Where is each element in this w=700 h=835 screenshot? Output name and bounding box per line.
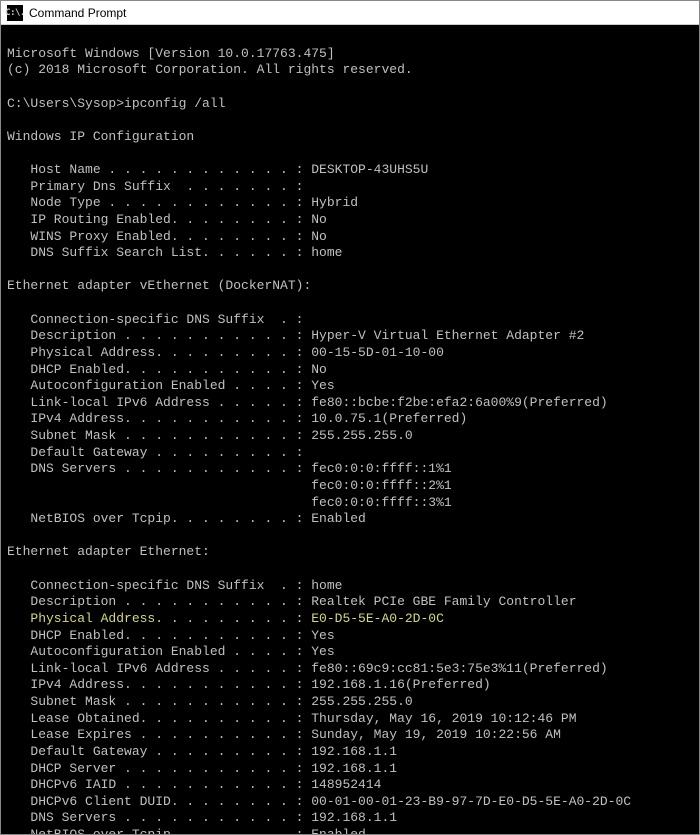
output-row: Subnet Mask . . . . . . . . . . . : 255.…: [7, 694, 413, 709]
output-row: Autoconfiguration Enabled . . . . : Yes: [7, 378, 335, 393]
output-row: DHCPv6 Client DUID. . . . . . . . : 00-0…: [7, 794, 631, 809]
output-row: Description . . . . . . . . . . . : Real…: [7, 594, 577, 609]
output-row: Link-local IPv6 Address . . . . . : fe80…: [7, 395, 608, 410]
output-row: DNS Servers . . . . . . . . . . . : 192.…: [7, 810, 397, 825]
output-row-highlighted: Physical Address. . . . . . . . . : E0-D…: [7, 611, 444, 626]
banner-line: (c) 2018 Microsoft Corporation. All righ…: [7, 62, 413, 77]
adapter-heading: Ethernet adapter Ethernet:: [7, 544, 210, 559]
output-row: DHCP Enabled. . . . . . . . . . . : Yes: [7, 628, 335, 643]
output-row: Description . . . . . . . . . . . : Hype…: [7, 328, 584, 343]
output-row: Default Gateway . . . . . . . . . : 192.…: [7, 744, 397, 759]
output-row: NetBIOS over Tcpip. . . . . . . . : Enab…: [7, 827, 366, 834]
output-row: DNS Suffix Search List. . . . . . : home: [7, 245, 342, 260]
output-row: IPv4 Address. . . . . . . . . . . : 192.…: [7, 677, 491, 692]
cmd-icon: C:\.: [7, 5, 23, 21]
titlebar[interactable]: C:\. Command Prompt: [1, 1, 699, 25]
command-prompt-window: C:\. Command Prompt Microsoft Windows [V…: [0, 0, 700, 835]
output-row: IPv4 Address. . . . . . . . . . . : 10.0…: [7, 411, 467, 426]
output-row: fec0:0:0:ffff::2%1: [7, 478, 452, 493]
output-row: Connection-specific DNS Suffix . :: [7, 312, 303, 327]
output-row: DNS Servers . . . . . . . . . . . : fec0…: [7, 461, 452, 476]
output-row: fec0:0:0:ffff::3%1: [7, 495, 452, 510]
window-title: Command Prompt: [29, 6, 126, 20]
output-row: Subnet Mask . . . . . . . . . . . : 255.…: [7, 428, 413, 443]
output-row: Node Type . . . . . . . . . . . . : Hybr…: [7, 195, 358, 210]
output-row: Lease Obtained. . . . . . . . . . : Thur…: [7, 711, 577, 726]
adapter-heading: Ethernet adapter vEthernet (DockerNAT):: [7, 278, 311, 293]
prompt-command: ipconfig /all: [124, 96, 225, 111]
banner-line: Microsoft Windows [Version 10.0.17763.47…: [7, 46, 335, 61]
section-heading: Windows IP Configuration: [7, 129, 194, 144]
output-row: DHCP Server . . . . . . . . . . . : 192.…: [7, 761, 397, 776]
output-row: Lease Expires . . . . . . . . . . : Sund…: [7, 727, 561, 742]
output-row: Link-local IPv6 Address . . . . . : fe80…: [7, 661, 608, 676]
output-row: Autoconfiguration Enabled . . . . : Yes: [7, 644, 335, 659]
terminal-output[interactable]: Microsoft Windows [Version 10.0.17763.47…: [1, 25, 699, 834]
output-row: DHCPv6 IAID . . . . . . . . . . . : 1489…: [7, 777, 381, 792]
prompt-path: C:\Users\Sysop>: [7, 96, 124, 111]
output-row: WINS Proxy Enabled. . . . . . . . : No: [7, 229, 327, 244]
output-row: Physical Address. . . . . . . . . : 00-1…: [7, 345, 444, 360]
prompt-line: C:\Users\Sysop>ipconfig /all: [7, 96, 225, 111]
output-row: Default Gateway . . . . . . . . . :: [7, 445, 303, 460]
output-row: DHCP Enabled. . . . . . . . . . . : No: [7, 362, 327, 377]
output-row: NetBIOS over Tcpip. . . . . . . . : Enab…: [7, 511, 366, 526]
output-row: Primary Dns Suffix . . . . . . . :: [7, 179, 303, 194]
output-row: Host Name . . . . . . . . . . . . : DESK…: [7, 162, 428, 177]
output-row: IP Routing Enabled. . . . . . . . : No: [7, 212, 327, 227]
output-row: Connection-specific DNS Suffix . : home: [7, 578, 342, 593]
